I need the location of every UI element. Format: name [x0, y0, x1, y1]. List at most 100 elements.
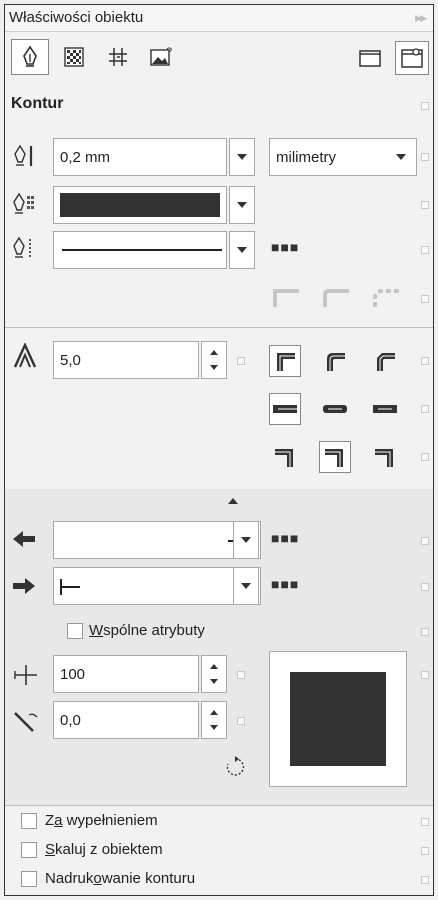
line-style-select[interactable]	[53, 231, 227, 269]
cap-square-button[interactable]	[369, 393, 401, 425]
cap-butt-button[interactable]	[269, 393, 301, 425]
cap-square-icon	[373, 405, 397, 413]
pin-checkbox[interactable]	[237, 357, 245, 365]
corner-bevel-icon	[377, 353, 395, 371]
chevron-down-icon	[237, 202, 247, 208]
pin-checkbox[interactable]	[421, 153, 429, 161]
pin-checkbox[interactable]	[421, 201, 429, 209]
skew-angle-input[interactable]: 0,0	[53, 701, 199, 739]
spin-up-icon[interactable]	[210, 710, 218, 715]
tab-fill[interactable]	[55, 39, 93, 75]
chevron-down-icon	[241, 537, 251, 543]
position-inside-icon	[375, 449, 393, 467]
pin-checkbox[interactable]	[421, 246, 429, 254]
pin-checkbox[interactable]	[421, 102, 429, 110]
pin-checkbox[interactable]	[421, 628, 429, 636]
miter-limit-icon	[13, 343, 37, 368]
line-style-more-button[interactable]: ■■■	[271, 239, 299, 255]
corner-bevel-button[interactable]	[369, 345, 401, 377]
pin-checkbox[interactable]	[421, 876, 429, 884]
units-select[interactable]: milimetry	[269, 138, 417, 176]
window-settings-icon	[401, 48, 423, 68]
chevron-down-icon	[237, 154, 247, 160]
panel-title: Właściwości obiektu	[9, 9, 144, 26]
image-summary-icon: ?	[150, 46, 172, 66]
chevron-down-icon	[237, 247, 247, 253]
position-center-button[interactable]	[319, 441, 351, 473]
collapse-up-icon[interactable]	[227, 497, 239, 505]
object-properties-panel: Właściwości obiektu ▶▶ ? Kontur 0,2 mm m…	[4, 4, 434, 896]
pin-checkbox[interactable]	[421, 818, 429, 826]
pin-checkbox[interactable]	[421, 295, 429, 303]
miter-limit-spinner[interactable]	[201, 341, 227, 379]
position-center-icon	[325, 449, 343, 467]
start-arrow-more-button[interactable]: ■■■	[271, 530, 299, 546]
scale-with-object-checkbox[interactable]	[21, 842, 37, 858]
start-arrow-select[interactable]	[53, 521, 261, 559]
width-input[interactable]: 0,2 mm	[53, 138, 227, 176]
corner-round-button[interactable]	[319, 345, 351, 377]
skew-angle-spinner[interactable]	[201, 701, 227, 739]
tab-summary[interactable]: ?	[143, 39, 181, 75]
end-arrow-more-button[interactable]: ■■■	[271, 576, 299, 592]
svg-text:?: ?	[166, 46, 172, 58]
width-dropdown-button[interactable]	[229, 138, 255, 176]
tab-outline[interactable]	[11, 39, 49, 75]
tab-transparency[interactable]	[99, 39, 137, 75]
miter-limit-input[interactable]: 5,0	[53, 341, 199, 379]
pen-nib-icon	[23, 45, 37, 67]
color-picker[interactable]	[53, 186, 227, 224]
units-value: milimetry	[276, 148, 336, 166]
arrow-stretch-spinner[interactable]	[201, 655, 227, 693]
frame-view-button[interactable]	[353, 41, 387, 75]
hash-grid-icon	[109, 48, 127, 66]
pin-checkbox[interactable]	[421, 847, 429, 855]
corner-round-icon	[327, 353, 345, 371]
pin-checkbox[interactable]	[421, 537, 429, 545]
solid-line-sample	[62, 249, 222, 251]
divider	[5, 805, 433, 806]
position-outside-button[interactable]	[269, 441, 301, 473]
spin-up-icon[interactable]	[210, 350, 218, 355]
corner-round-disabled-icon	[323, 289, 349, 307]
collapse-icon[interactable]: ▶▶	[415, 13, 427, 24]
shared-attributes-checkbox[interactable]	[67, 623, 83, 639]
end-arrow-sample	[60, 586, 80, 588]
color-dropdown-button[interactable]	[229, 186, 255, 224]
spin-down-icon[interactable]	[210, 725, 218, 730]
end-arrow-dropdown-button[interactable]	[233, 567, 259, 605]
reset-icon[interactable]	[223, 755, 247, 779]
pin-checkbox[interactable]	[421, 453, 429, 461]
overprint-outline-label: Nadrukowanie konturu	[45, 870, 196, 887]
outline-preview	[269, 651, 407, 787]
pin-checkbox[interactable]	[421, 583, 429, 591]
line-style-dropdown-button[interactable]	[229, 231, 255, 269]
color-swatch	[60, 193, 220, 217]
corner-miter-button[interactable]	[269, 345, 301, 377]
properties-view-button[interactable]	[395, 41, 429, 75]
pin-checkbox[interactable]	[237, 717, 245, 725]
cap-round-icon	[323, 405, 347, 413]
overprint-outline-checkbox[interactable]	[21, 871, 37, 887]
pin-checkbox[interactable]	[421, 357, 429, 365]
pin-checkbox[interactable]	[421, 405, 429, 413]
arrow-stretch-input[interactable]: 100	[53, 655, 199, 693]
spin-down-icon[interactable]	[210, 679, 218, 684]
end-arrow-select[interactable]	[53, 567, 261, 605]
pen-style-icon	[13, 236, 31, 258]
spin-up-icon[interactable]	[210, 664, 218, 669]
pin-checkbox[interactable]	[237, 671, 245, 679]
end-arrow-cap	[60, 579, 62, 595]
spin-down-icon[interactable]	[210, 365, 218, 370]
frame-icon	[359, 50, 381, 67]
behind-fill-checkbox[interactable]	[21, 813, 37, 829]
corner-sharp-disabled-icon	[273, 289, 299, 307]
preview-shape	[290, 672, 386, 766]
stretch-icon	[14, 665, 37, 685]
start-arrow-dropdown-button[interactable]	[233, 521, 259, 559]
cap-round-button[interactable]	[319, 393, 351, 425]
pin-checkbox[interactable]	[421, 671, 429, 679]
shared-attributes-label: Wspólne atrybuty	[89, 622, 205, 639]
arrow-right-icon	[13, 578, 35, 594]
position-inside-button[interactable]	[369, 441, 401, 473]
